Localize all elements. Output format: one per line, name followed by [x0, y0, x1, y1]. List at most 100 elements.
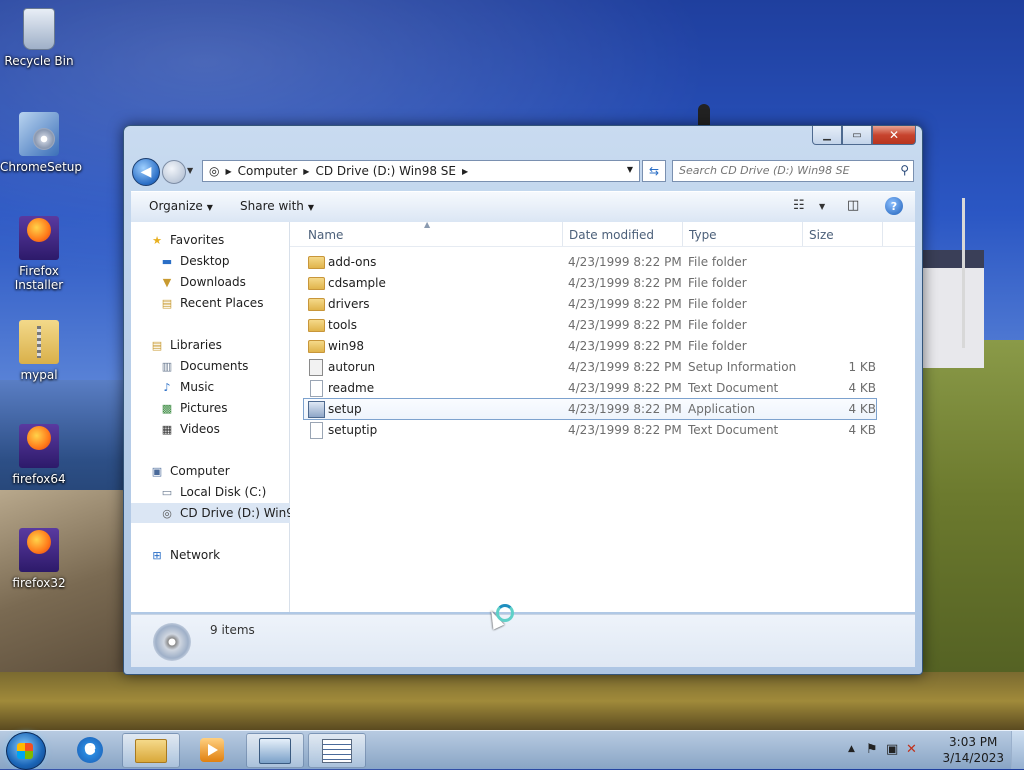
preview-pane-button[interactable]: ◫	[847, 198, 859, 213]
address-bar[interactable]: ◎ ▶ Computer ▶ CD Drive (D:) Win98 SE ▶ …	[202, 160, 640, 182]
nav-computer[interactable]: ▣ Computer	[131, 461, 307, 481]
computer-icon: ▣	[151, 464, 163, 478]
file-row[interactable]: drivers 4/23/1999 8:22 PM File folder	[304, 294, 876, 314]
view-list-icon: ☷	[793, 198, 805, 213]
recent-pages-dropdown[interactable]: ▼	[187, 166, 193, 175]
desktop-icon: ▬	[161, 254, 173, 268]
file-row[interactable]: win98 4/23/1999 8:22 PM File folder	[304, 336, 876, 356]
column-header-type[interactable]: Type	[689, 228, 717, 242]
breadcrumb-arrow-icon[interactable]: ▶	[303, 167, 309, 176]
share-with-label: Share with	[240, 199, 304, 213]
column-divider[interactable]	[682, 222, 683, 246]
maximize-button[interactable]: ▭	[842, 126, 872, 145]
clock-time: 3:03 PM	[949, 735, 998, 749]
videos-icon: ▦	[161, 422, 173, 436]
file-name: drivers	[328, 297, 370, 311]
recent-places-icon: ▤	[161, 296, 173, 310]
file-list[interactable]: ▲ Name Date modified Type Size add-ons 4…	[290, 220, 915, 612]
firefox-icon	[19, 528, 59, 572]
explorer-window[interactable]: ▁ ▭ ✕ ◀ ▼ ◎ ▶ Computer ▶ CD Drive (D:) W…	[123, 125, 923, 675]
file-type: File folder	[688, 339, 747, 353]
file-type: File folder	[688, 255, 747, 269]
breadcrumb-cd-drive[interactable]: CD Drive (D:) Win98 SE	[315, 164, 456, 178]
search-input[interactable]	[673, 161, 879, 179]
file-row[interactable]: add-ons 4/23/1999 8:22 PM File folder	[304, 252, 876, 272]
file-name: setuptip	[328, 423, 378, 437]
breadcrumb-computer[interactable]: Computer	[238, 164, 298, 178]
chevron-down-icon: ▼	[206, 203, 213, 212]
minimize-button[interactable]: ▁	[812, 126, 842, 145]
organize-button[interactable]: Organize ▼	[149, 199, 213, 213]
details-pane: 9 items	[131, 614, 915, 667]
column-divider[interactable]	[802, 222, 803, 246]
navigation-row: ◀ ▼ ◎ ▶ Computer ▶ CD Drive (D:) Win98 S…	[132, 158, 914, 186]
wallpaper-flagpole	[962, 198, 965, 348]
search-box[interactable]: ⚲	[672, 160, 914, 182]
firefox-icon	[19, 216, 59, 260]
breadcrumb-arrow-icon[interactable]: ▶	[225, 167, 231, 176]
help-button[interactable]: ?	[885, 197, 903, 215]
file-row[interactable]: tools 4/23/1999 8:22 PM File folder	[304, 315, 876, 335]
show-desktop-button[interactable]	[1011, 731, 1024, 769]
file-type: Application	[688, 402, 756, 416]
clock[interactable]: 3:03 PM 3/14/2023	[942, 734, 1004, 766]
file-row-selected[interactable]: setup 4/23/1999 8:22 PM Application 4 KB	[303, 398, 877, 420]
taskbar-notepad[interactable]	[308, 733, 366, 768]
nav-label: Recent Places	[180, 296, 264, 310]
desktop-icon-label: Firefox Installer	[14, 264, 64, 292]
desktop-icon-chromesetup[interactable]: ChromeSetup	[0, 112, 82, 174]
column-header-size[interactable]: Size	[809, 228, 834, 242]
recycle-bin-icon	[23, 8, 55, 50]
nav-label: Downloads	[180, 275, 246, 289]
desktop-icon-firefox-installer[interactable]: Firefox Installer	[0, 216, 78, 292]
address-history-icon[interactable]: ▼	[627, 165, 633, 174]
network-tray-icon[interactable]: ▣	[886, 742, 898, 757]
file-type: Setup Information	[688, 360, 797, 374]
search-icon[interactable]: ⚲	[900, 163, 909, 177]
breadcrumb-arrow-icon[interactable]: ▶	[462, 167, 468, 176]
desktop-icon-firefox64[interactable]: firefox64	[0, 424, 78, 486]
taskbar-control-panel[interactable]	[246, 733, 304, 768]
folder-icon	[308, 340, 325, 353]
column-divider[interactable]	[562, 222, 563, 246]
busy-spinner-icon	[496, 604, 514, 622]
nav-favorites[interactable]: ★ Favorites	[131, 230, 307, 250]
title-buttons: ▁ ▭ ✕	[812, 126, 916, 145]
volume-muted-icon[interactable]: ✕	[906, 742, 917, 757]
refresh-button[interactable]: ⇆	[642, 160, 666, 182]
desktop-icon-firefox32[interactable]: firefox32	[0, 528, 78, 590]
share-with-button[interactable]: Share with ▼	[240, 199, 314, 213]
start-button[interactable]	[6, 732, 46, 770]
documents-icon: ▥	[161, 359, 173, 373]
file-row[interactable]: setuptip 4/23/1999 8:22 PM Text Document…	[304, 420, 876, 440]
desktop-icon-recycle-bin[interactable]: Recycle Bin	[0, 8, 78, 68]
taskbar: ▲ ⚑ ▣ ✕ 3:03 PM 3/14/2023	[0, 730, 1024, 770]
file-row[interactable]: cdsample 4/23/1999 8:22 PM File folder	[304, 273, 876, 293]
file-row[interactable]: autorun 4/23/1999 8:22 PM Setup Informat…	[304, 357, 876, 377]
star-icon: ★	[152, 233, 162, 247]
column-divider[interactable]	[882, 222, 883, 246]
desktop-icon-mypal[interactable]: mypal	[0, 320, 78, 382]
taskbar-media-player[interactable]	[184, 733, 240, 766]
file-row[interactable]: readme 4/23/1999 8:22 PM Text Document 4…	[304, 378, 876, 398]
chevron-down-icon: ▼	[187, 166, 194, 175]
taskbar-windows-explorer[interactable]	[122, 733, 180, 768]
taskbar-internet-explorer[interactable]	[62, 733, 118, 766]
forward-button[interactable]	[162, 160, 186, 184]
column-header-name[interactable]: Name	[308, 228, 343, 242]
text-document-icon	[310, 422, 323, 439]
action-center-flag-icon[interactable]: ⚑	[866, 742, 878, 757]
nav-libraries[interactable]: ▤ Libraries	[131, 335, 307, 355]
column-header-date[interactable]: Date modified	[569, 228, 654, 242]
downloads-icon: ▼	[162, 275, 172, 289]
chevron-down-icon: ▼	[819, 202, 826, 211]
nav-network[interactable]: ⊞ Network	[131, 545, 307, 565]
text-document-icon	[310, 380, 323, 397]
back-button[interactable]: ◀	[132, 158, 160, 186]
show-hidden-icons-button[interactable]: ▲	[848, 744, 855, 754]
close-button[interactable]: ✕	[872, 126, 916, 145]
item-count: 9 items	[210, 623, 255, 637]
file-date: 4/23/1999 8:22 PM	[568, 255, 682, 269]
view-options-dropdown[interactable]: ▼	[819, 202, 825, 211]
change-view-button[interactable]: ☷	[793, 198, 805, 213]
